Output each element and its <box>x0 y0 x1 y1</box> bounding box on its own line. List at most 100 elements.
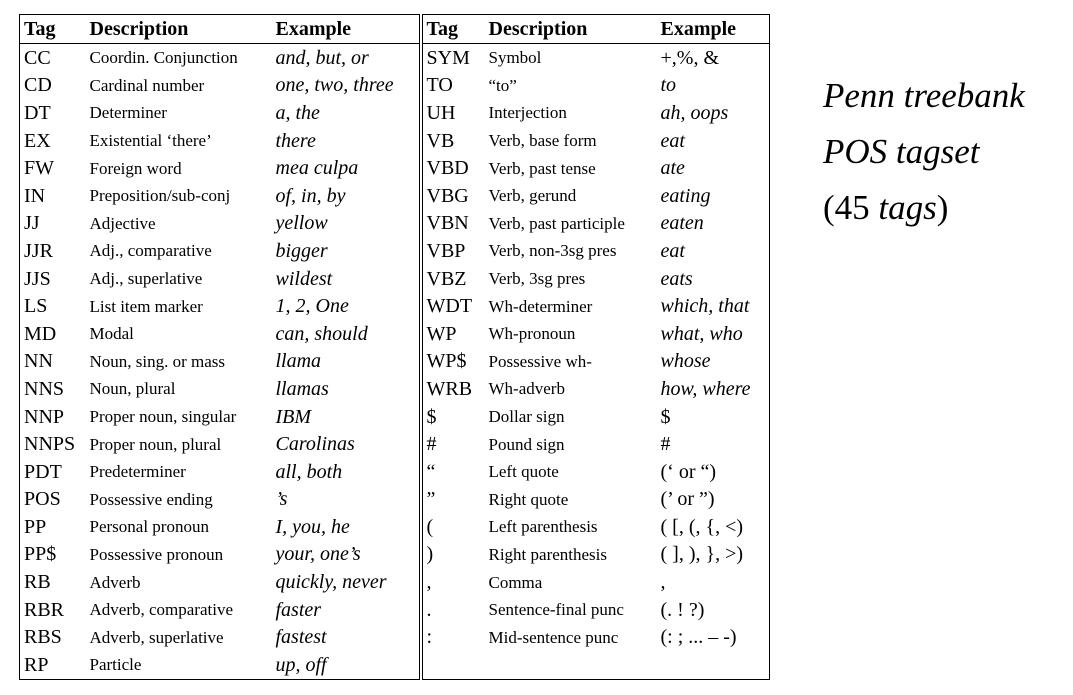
header-example-left: Example <box>271 14 423 44</box>
tag-cell: ( <box>426 515 434 538</box>
description-cell: Adj., superlative <box>89 269 203 289</box>
example-cell: ( [, (, {, <) <box>660 515 744 538</box>
tag-cell: NN <box>24 350 53 373</box>
tag-cell: JJS <box>24 267 51 290</box>
table-row: MD Modal can, should WP Wh-pronoun what, who <box>20 319 770 348</box>
tag-cell: VB <box>426 129 455 152</box>
tag-cell: RBR <box>24 598 65 621</box>
example-cell: (’ or ”) <box>660 488 715 511</box>
description-cell: Verb, 3sg pres <box>488 269 586 289</box>
tag-cell: VBP <box>426 239 466 262</box>
tag-cell: CC <box>24 46 51 69</box>
description-cell: Interjection <box>488 103 567 123</box>
tag-cell: WP$ <box>426 350 467 373</box>
description-cell: Dollar sign <box>488 407 565 427</box>
example-cell: llamas <box>271 375 423 403</box>
tag-cell: PDT <box>24 460 62 483</box>
example-cell: ate <box>660 157 685 180</box>
table-row: PDT Predeterminer all, both “ Left quote (‘ o… <box>20 457 770 486</box>
example-cell: which, that <box>660 295 750 318</box>
table-row: PP$ Possessive pronoun your, one’s) Right p… <box>20 540 770 569</box>
table-row: RP Particle up, off <box>20 651 770 680</box>
example-cell: +,%, & <box>660 46 720 69</box>
tag-cell: ” <box>426 488 436 511</box>
description-cell: Noun, sing. or mass <box>89 351 226 371</box>
description-cell: Adjective <box>89 213 156 233</box>
tag-cell: # <box>426 433 437 456</box>
tag-cell: $ <box>426 405 437 428</box>
caption-line-2: POS tagset <box>823 132 980 171</box>
description-cell: Mid-sentence punc <box>488 627 619 647</box>
description-cell: Wh-determiner <box>488 296 593 316</box>
description-cell: Verb, base form <box>488 131 597 151</box>
example-cell: whose <box>660 350 711 373</box>
table-row: EX Existential ‘there’ there VB Verb, base f… <box>20 126 770 155</box>
header-tag-left: Tag <box>19 14 86 44</box>
tag-cell: EX <box>24 129 51 152</box>
description-cell: Foreign word <box>89 158 182 178</box>
description-cell: “to” <box>488 75 517 95</box>
table-row: RBR Adverb, comparative faster. Sentence-fi… <box>20 595 770 624</box>
tag-cell: SYM <box>426 46 470 69</box>
example-cell: ’s <box>271 485 423 514</box>
example-cell: llama <box>271 347 423 376</box>
description-cell: Comma <box>488 572 543 592</box>
example-cell <box>657 651 770 679</box>
table-header-row: Tag Description Example Tag Description … <box>19 14 770 44</box>
description-cell: Verb, gerund <box>488 186 577 206</box>
caption-line-3: (45 tags) <box>823 180 1025 236</box>
table-row: RB Adverb quickly, never, Comma, <box>20 568 770 596</box>
table-row: JJS Adj., superlative wildest VBZ Verb, 3sg … <box>20 264 770 293</box>
description-cell: Possessive pronoun <box>89 544 224 564</box>
table-row: JJ Adjective yellow VBN Verb, past participl… <box>20 209 770 238</box>
description-cell: Right parenthesis <box>488 544 608 564</box>
example-cell: a, the <box>271 99 423 127</box>
tag-cell: , <box>426 571 432 594</box>
table-row: NNS Noun, plural llamas WRB Wh-adverb how, wh… <box>20 375 770 403</box>
tag-cell: NNS <box>24 377 65 400</box>
example-cell: I, you, he <box>271 513 423 541</box>
description-cell: Right quote <box>488 489 569 509</box>
example-cell: mea culpa <box>271 154 423 182</box>
header-description-left: Description <box>85 14 272 44</box>
example-cell: all, both <box>271 457 423 486</box>
tag-cell: DT <box>24 101 51 124</box>
tag-cell: WRB <box>426 377 473 400</box>
table-row: PP Personal pronoun I, you, he(Left parent… <box>20 513 770 541</box>
table-row: LS List item marker 1, 2, One WDT Wh-determi… <box>20 292 770 320</box>
description-cell: Verb, past participle <box>488 213 625 233</box>
tag-cell: TO <box>426 74 453 97</box>
tag-cell: LS <box>24 295 48 318</box>
example-cell: quickly, never <box>271 568 423 596</box>
example-cell: (: ; ... – -) <box>660 626 737 649</box>
example-cell: ( ], ), }, >) <box>660 543 744 566</box>
example-cell: (. ! ?) <box>660 598 705 621</box>
tag-cell: PP$ <box>24 543 57 566</box>
description-cell: Determiner <box>89 103 167 123</box>
tag-cell: JJ <box>24 212 40 235</box>
description-cell: Proper noun, singular <box>89 407 237 427</box>
caption-line-1: Penn treebank <box>823 76 1025 115</box>
description-cell: Particle <box>89 655 142 675</box>
description-cell: Left parenthesis <box>488 517 598 537</box>
description-cell: Pound sign <box>488 434 565 454</box>
example-cell: how, where <box>660 377 751 400</box>
example-cell: bigger <box>271 237 423 265</box>
description-cell: Possessive wh- <box>488 351 592 371</box>
description-cell: Left quote <box>488 462 559 482</box>
table-row: CC Coordin. Conjunction and, but, or SYM Sym… <box>20 43 770 72</box>
header-description-right: Description <box>484 14 657 44</box>
example-cell: your, one’s <box>271 540 423 569</box>
tag-cell: RB <box>24 571 51 594</box>
description-cell: Adverb, superlative <box>89 627 224 647</box>
tag-cell: NNPS <box>24 433 76 456</box>
example-cell: faster <box>271 595 423 624</box>
example-cell: and, but, or <box>271 43 423 72</box>
description-cell: Cardinal number <box>89 75 205 95</box>
example-cell: wildest <box>271 264 423 293</box>
example-cell: eaten <box>660 212 704 235</box>
tag-cell: UH <box>426 101 456 124</box>
table-row: JJR Adj., comparative bigger VBP Verb, non-3… <box>20 237 770 265</box>
tag-cell: “ <box>426 460 436 483</box>
tag-cell: PP <box>24 515 47 538</box>
